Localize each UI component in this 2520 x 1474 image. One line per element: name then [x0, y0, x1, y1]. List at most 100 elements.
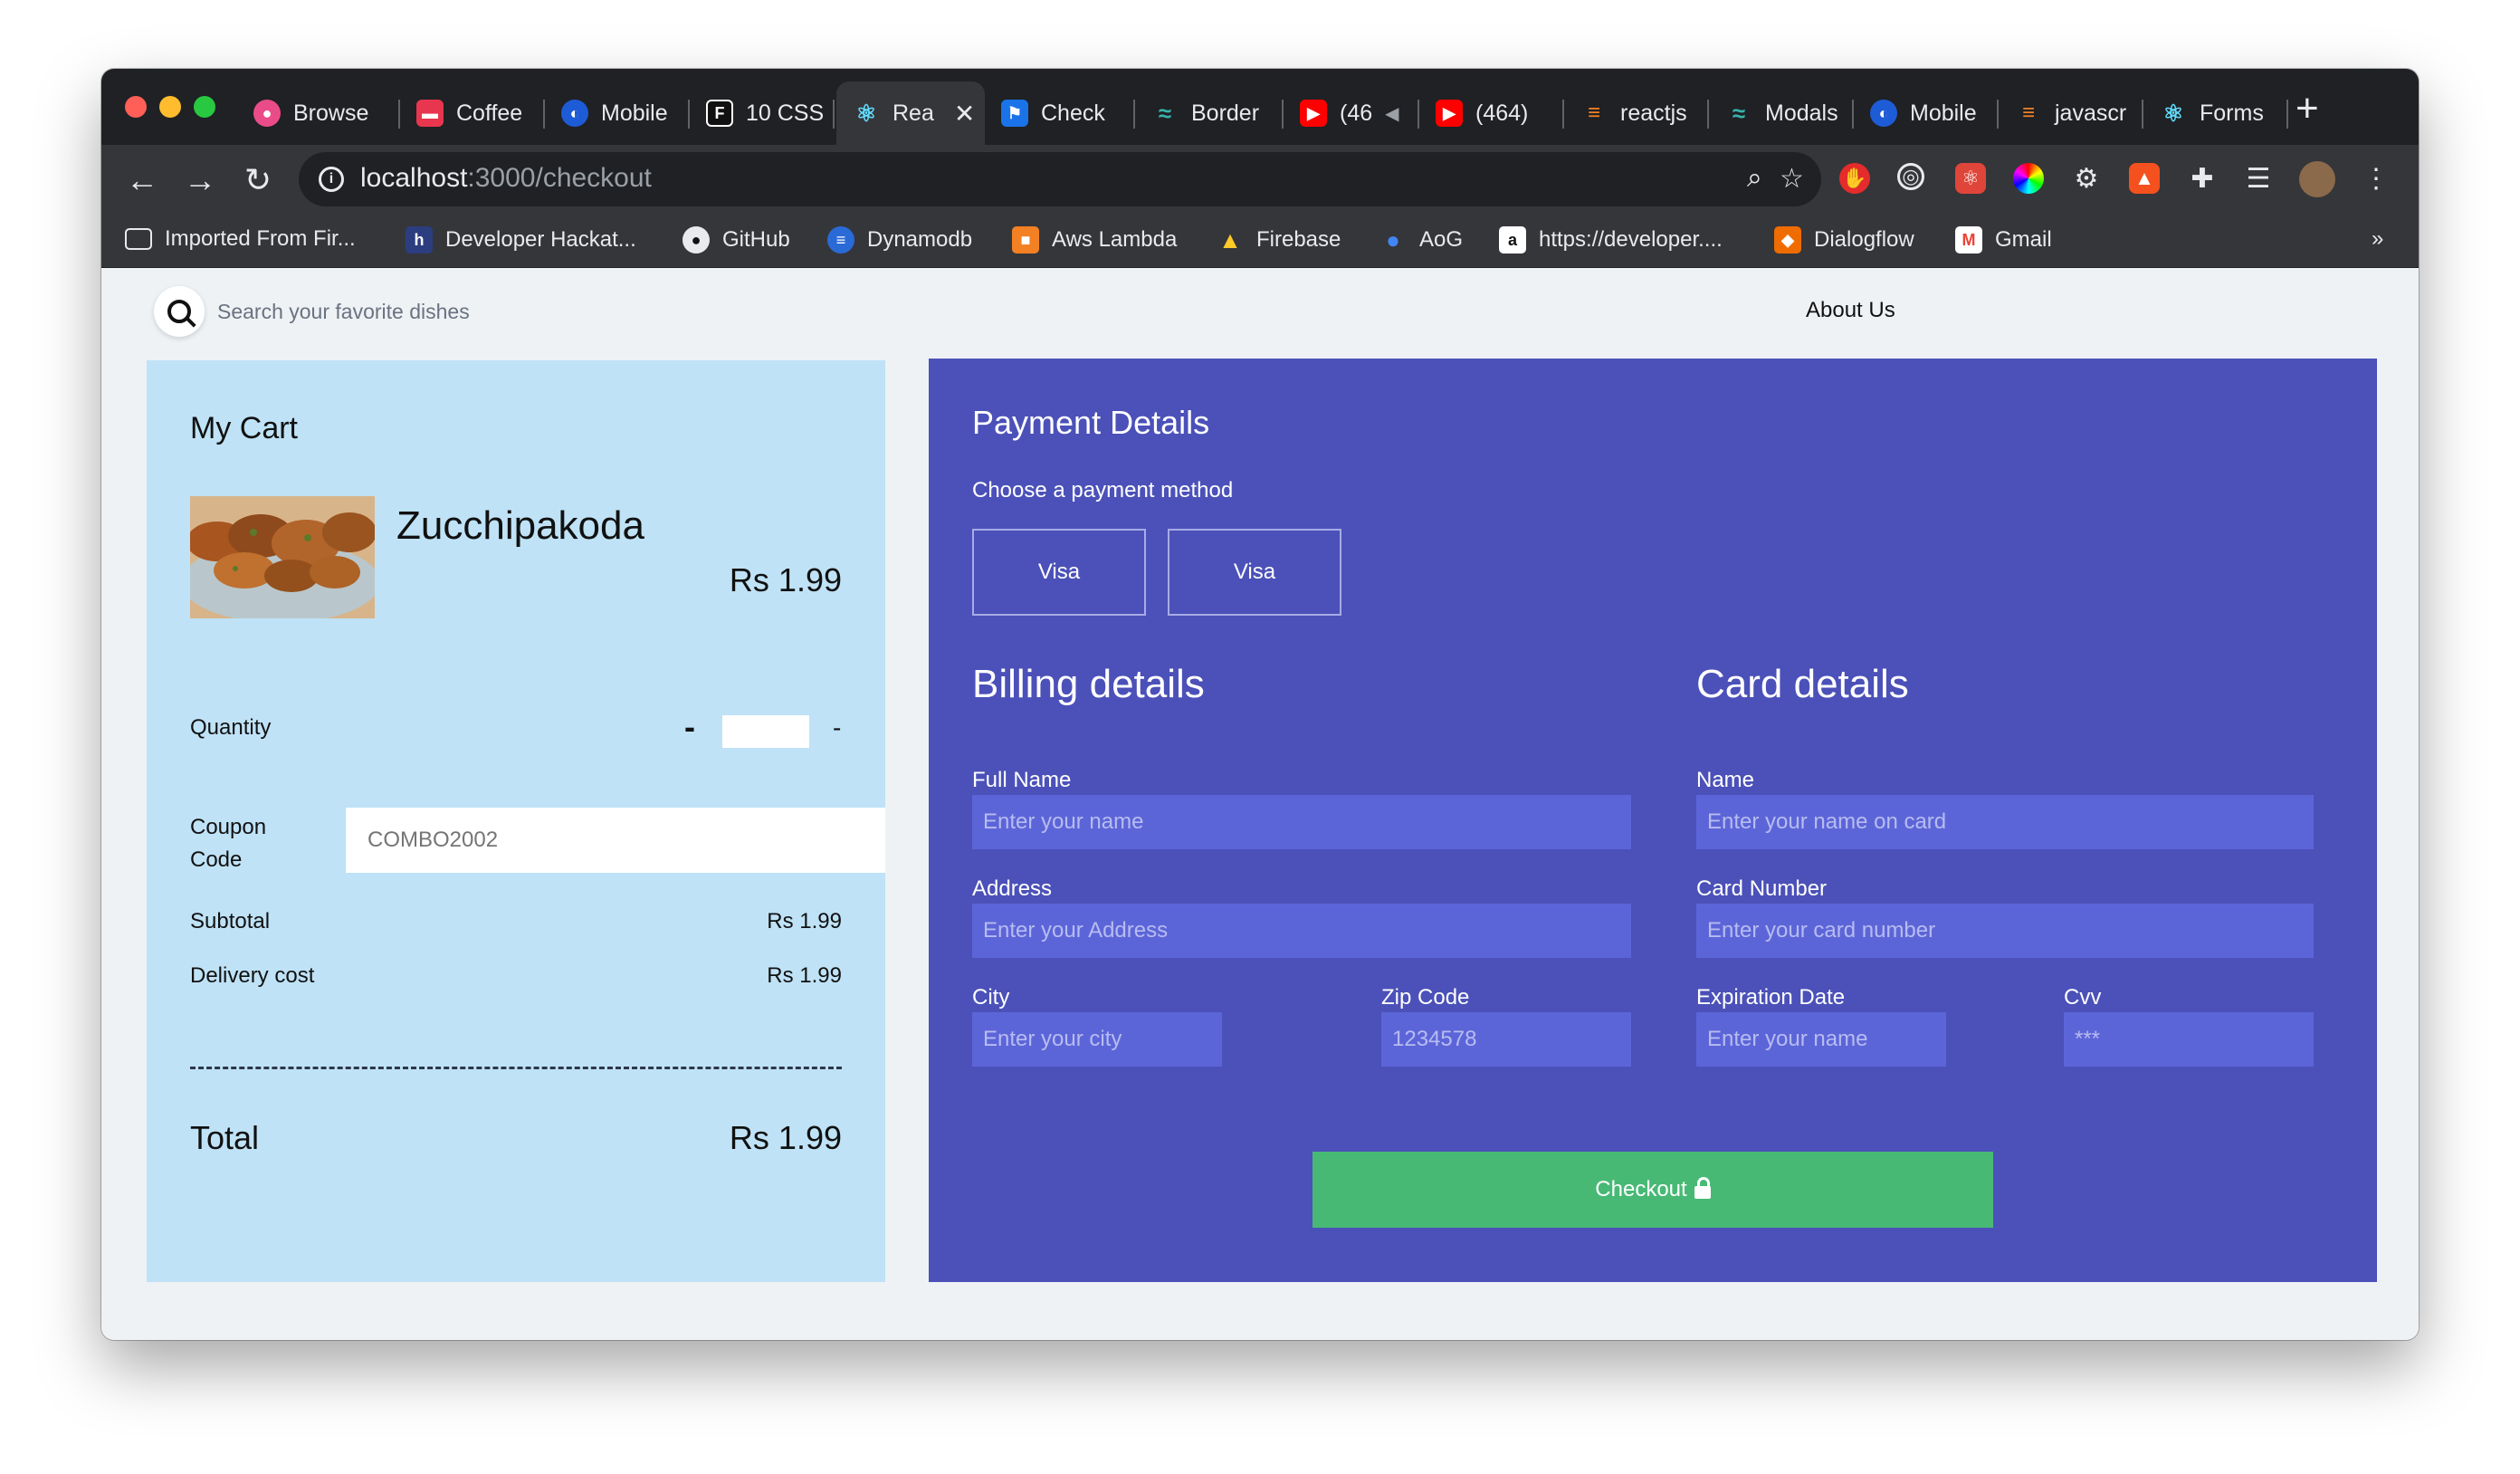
card-name-label: Name: [1696, 768, 1755, 792]
tab-reactjs[interactable]: ≡ reactjs: [1564, 81, 1709, 145]
tab-mobile[interactable]: ◐ Mobile: [545, 81, 690, 145]
coffee-icon: ▬: [416, 100, 444, 127]
amazon-icon: a: [1499, 226, 1526, 254]
lock-icon: [1694, 1177, 1711, 1199]
extension-react-devtools-icon[interactable]: ⚛: [1955, 163, 1986, 194]
search-icon[interactable]: [154, 286, 205, 337]
cvv-field[interactable]: ***: [2064, 1012, 2314, 1067]
coupon-input[interactable]: [346, 808, 885, 873]
minimize-window-button[interactable]: [159, 96, 181, 118]
tab-forms[interactable]: ⚛ Forms: [2143, 81, 2288, 145]
checkout-label: Checkout: [1595, 1177, 1687, 1201]
menu-kebab-icon[interactable]: ⋮: [2361, 163, 2391, 194]
close-tab-icon[interactable]: ✕: [954, 99, 975, 129]
tailwind-icon: ≈: [1732, 99, 1746, 127]
reload-button[interactable]: ↻: [235, 158, 281, 203]
gmail-icon: M: [1955, 226, 1982, 254]
payment-method-label: Choose a payment method: [972, 478, 1234, 502]
firebase-icon: ▲: [1218, 225, 1242, 254]
bookmark-imported[interactable]: Imported From Fir...: [125, 226, 356, 252]
tab-react-active[interactable]: ⚛ Rea ✕: [836, 81, 985, 145]
card-number-field[interactable]: Enter your card number: [1696, 904, 2314, 958]
delivery-value: Rs 1.99: [767, 963, 842, 988]
tailwind-icon: ≈: [1158, 99, 1172, 127]
payment-method-visa-1[interactable]: Visa: [972, 529, 1146, 616]
bookmark-aog[interactable]: ● AoG: [1379, 226, 1463, 254]
address-bar[interactable]: i localhost:3000/checkout ⌕ ☆: [299, 152, 1821, 206]
delivery-label: Delivery cost: [190, 963, 315, 988]
about-us-link[interactable]: About Us: [1806, 298, 1895, 323]
maximize-window-button[interactable]: [194, 96, 215, 118]
tab-10-css[interactable]: F 10 CSS: [690, 81, 835, 145]
close-window-button[interactable]: [125, 96, 147, 118]
assistant-icon: ●: [1386, 225, 1400, 254]
card-number-label: Card Number: [1696, 876, 1828, 901]
card-name-field[interactable]: Enter your name on card: [1696, 795, 2314, 849]
tab-youtube-2[interactable]: ▶ (464): [1419, 81, 1564, 145]
tab-youtube-1[interactable]: ▶ (46 ◀: [1284, 81, 1419, 145]
subtotal-value: Rs 1.99: [767, 909, 842, 933]
bookmark-dynamodb[interactable]: ≡ Dynamodb: [827, 226, 972, 254]
dish-search[interactable]: Search your favorite dishes: [154, 286, 470, 337]
payment-method-visa-2[interactable]: Visa: [1168, 529, 1341, 616]
quantity-input[interactable]: [722, 715, 809, 748]
speaker-icon[interactable]: ◀: [1385, 102, 1398, 125]
bookmarks-bar: Imported From Fir... h Developer Hackat.…: [101, 215, 2419, 268]
extension-adblock-icon[interactable]: ✋: [1839, 163, 1870, 194]
bookmark-developer-hackathon[interactable]: h Developer Hackat...: [406, 226, 636, 254]
extension-target-icon[interactable]: ◎: [1897, 163, 1924, 190]
extension-lighthouse-icon[interactable]: ▲: [2129, 163, 2160, 194]
back-button[interactable]: ←: [119, 158, 165, 203]
stackoverflow-icon: ≡: [2021, 100, 2035, 125]
github-icon: ●: [682, 226, 710, 254]
bookmark-github[interactable]: ● GitHub: [682, 226, 790, 254]
dish-image: [190, 496, 375, 618]
new-tab-button[interactable]: +: [2296, 89, 2319, 129]
site-info-icon[interactable]: i: [319, 167, 344, 192]
quantity-increase-button[interactable]: -: [833, 713, 841, 742]
bookmark-dialogflow[interactable]: ◆ Dialogflow: [1774, 226, 1914, 254]
tab-border[interactable]: ≈ Border: [1135, 81, 1284, 145]
city-label: City: [972, 985, 1010, 1010]
tab-browse[interactable]: ● Browse: [237, 81, 400, 145]
profile-avatar[interactable]: [2299, 161, 2335, 197]
zip-code-label: Zip Code: [1381, 985, 1470, 1010]
youtube-icon: ▶: [1300, 100, 1327, 127]
bookmarks-overflow-button[interactable]: »: [2372, 226, 2383, 252]
tab-javascript[interactable]: ≡ javascr: [1999, 81, 2143, 145]
extensions-puzzle-icon[interactable]: ✚: [2187, 163, 2218, 194]
bookmark-firebase[interactable]: ▲ Firebase: [1217, 226, 1341, 254]
bookmark-star-icon[interactable]: ☆: [1780, 163, 1804, 195]
city-field[interactable]: Enter your city: [972, 1012, 1222, 1067]
bookmark-aws-lambda[interactable]: ■ Aws Lambda: [1012, 226, 1177, 254]
dribbble-icon: ●: [253, 100, 281, 127]
extension-color-picker-icon[interactable]: [2013, 163, 2044, 194]
extension-settings-icon[interactable]: ⚙: [2071, 163, 2102, 194]
subtotal-label: Subtotal: [190, 909, 271, 933]
forward-button[interactable]: →: [177, 158, 223, 203]
react-icon: ⚛: [2162, 99, 2184, 127]
bookmark-gmail[interactable]: M Gmail: [1955, 226, 2052, 254]
tab-coffee[interactable]: ▬ Coffee: [400, 81, 545, 145]
full-name-label: Full Name: [972, 768, 1072, 792]
react-icon: ⚛: [853, 100, 880, 127]
media-controls-icon[interactable]: ☰: [2243, 163, 2274, 194]
full-name-field[interactable]: Enter your name: [972, 795, 1631, 849]
framer-icon: F: [706, 100, 733, 127]
zoom-icon[interactable]: ⌕: [1747, 163, 1762, 194]
quantity-decrease-button[interactable]: -: [684, 708, 695, 746]
checkout-button[interactable]: Checkout: [1312, 1152, 1993, 1228]
checkout-page: Search your favorite dishes About Us My …: [101, 268, 2419, 1340]
zip-code-field[interactable]: 1234578: [1381, 1012, 1631, 1067]
quantity-label: Quantity: [190, 715, 272, 740]
expiration-date-field[interactable]: Enter your name: [1696, 1012, 1946, 1067]
address-field[interactable]: Enter your Address: [972, 904, 1631, 958]
tab-mobile-2[interactable]: ◐ Mobile: [1854, 81, 1999, 145]
search-input[interactable]: Search your favorite dishes: [217, 300, 470, 324]
bookmark-developer-amazon[interactable]: a https://developer....: [1499, 226, 1723, 254]
tab-modals[interactable]: ≈ Modals: [1709, 81, 1854, 145]
tab-check[interactable]: ⚑ Check: [985, 81, 1135, 145]
dish-price: Rs 1.99: [729, 561, 842, 598]
browser-window: ● Browse ▬ Coffee ◐ Mobile F 10 CSS ⚛ Re…: [101, 69, 2419, 1340]
mobile-icon: ◐: [561, 100, 588, 127]
